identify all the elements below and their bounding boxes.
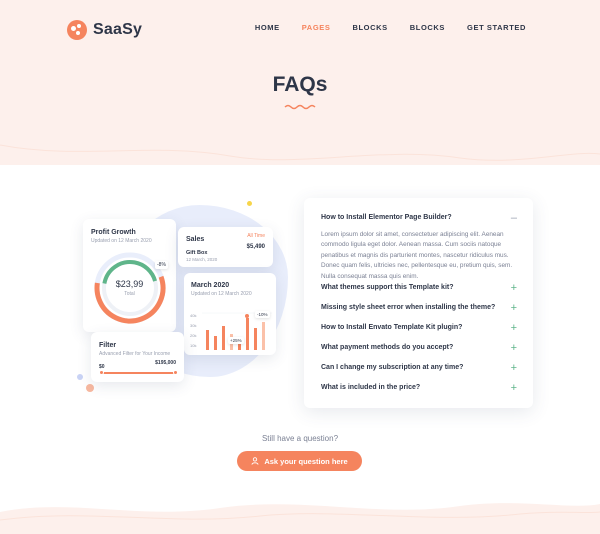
nav-blocks[interactable]: BLOCKS: [352, 23, 387, 32]
march-y-ticks: 40k 30k 20k 10k: [190, 313, 197, 348]
profit-growth-card: Profit Growth Updated on 12 March 2020 $…: [83, 219, 176, 332]
decor-dot: [77, 374, 83, 380]
profit-title: Profit Growth: [91, 229, 136, 236]
main-nav: HOME PAGES BLOCKS BLOCKS GET STARTED: [233, 23, 526, 32]
filter-slider-track: [101, 372, 175, 374]
ask-question-label: Ask your question here: [264, 456, 348, 466]
still-question-text: Still have a question?: [261, 434, 339, 443]
nav-pages[interactable]: PAGES: [302, 23, 331, 32]
march-badge-top: -10%: [255, 311, 270, 318]
page-title: FAQs: [272, 73, 328, 96]
expand-icon[interactable]: +: [511, 303, 517, 314]
expand-icon[interactable]: +: [511, 363, 517, 374]
expand-icon[interactable]: +: [511, 323, 517, 334]
faq-question-3[interactable]: Missing style sheet error when installin…: [321, 304, 495, 311]
filter-slider-handle-max: [173, 370, 178, 375]
faq-question-5[interactable]: What payment methods do you accept?: [321, 344, 453, 351]
title-squiggle: [284, 104, 316, 110]
profit-value-label: Total: [124, 291, 135, 297]
faq-question-2[interactable]: What themes support this Template kit?: [321, 284, 454, 291]
expand-icon[interactable]: +: [511, 283, 517, 294]
sales-item: Gift Box: [186, 250, 208, 256]
sales-amount: $5,490: [246, 244, 265, 250]
faq-accordion: How to Install Elementor Page Builder? –…: [304, 198, 533, 408]
march-card: March 2020 Updated on 12 March 2020 40k 3…: [184, 273, 276, 355]
profit-badge: -8%: [155, 261, 168, 269]
nav-blocks-2[interactable]: BLOCKS: [410, 23, 445, 32]
expand-icon[interactable]: +: [511, 343, 517, 354]
ask-question-button[interactable]: Ask your question here: [237, 451, 362, 471]
brand-logo[interactable]: SaaSy: [67, 20, 142, 40]
sales-card: Sales All Time Gift Box 12 March, 2020 $…: [178, 227, 273, 267]
nav-get-started[interactable]: GET STARTED: [467, 23, 526, 32]
faq-question-6[interactable]: Can I change my subscription at any time…: [321, 364, 463, 371]
faq-answer-1: Lorem ipsum dolor sit amet, consectetuer…: [321, 231, 513, 280]
filter-title: Filter: [99, 342, 117, 349]
faq-question-1[interactable]: How to Install Elementor Page Builder?: [321, 214, 452, 221]
filter-subtitle: Advanced Filter for Your Income: [99, 351, 171, 357]
profit-value: $23,99: [115, 279, 144, 289]
nav-home[interactable]: HOME: [255, 23, 280, 32]
hero-wave: [0, 120, 600, 161]
profit-subtitle: Updated on 12 March 2020: [91, 238, 152, 244]
sales-item-date: 12 March, 2020: [186, 257, 218, 262]
expand-icon[interactable]: +: [511, 383, 517, 394]
faq-question-4[interactable]: How to Install Envato Template Kit plugi…: [321, 324, 462, 331]
decor-dot: [247, 201, 252, 206]
user-icon: [251, 457, 259, 465]
march-subtitle: Updated on 12 March 2020: [191, 291, 252, 297]
march-title: March 2020: [191, 282, 230, 289]
footer-wave: [0, 503, 600, 534]
brand-name: SaaSy: [93, 21, 143, 38]
filter-max: $195,000: [155, 360, 176, 366]
sales-link[interactable]: All Time: [247, 233, 265, 239]
filter-slider-handle-min: [99, 370, 104, 375]
filter-card: Filter Advanced Filter for Your Income $…: [91, 332, 184, 382]
logo-icon: [67, 20, 87, 40]
collapse-icon[interactable]: –: [511, 213, 517, 224]
faq-question-7[interactable]: What is included in the price?: [321, 384, 420, 391]
march-badge-mid: +25%: [228, 337, 244, 344]
decor-dot: [86, 384, 94, 392]
